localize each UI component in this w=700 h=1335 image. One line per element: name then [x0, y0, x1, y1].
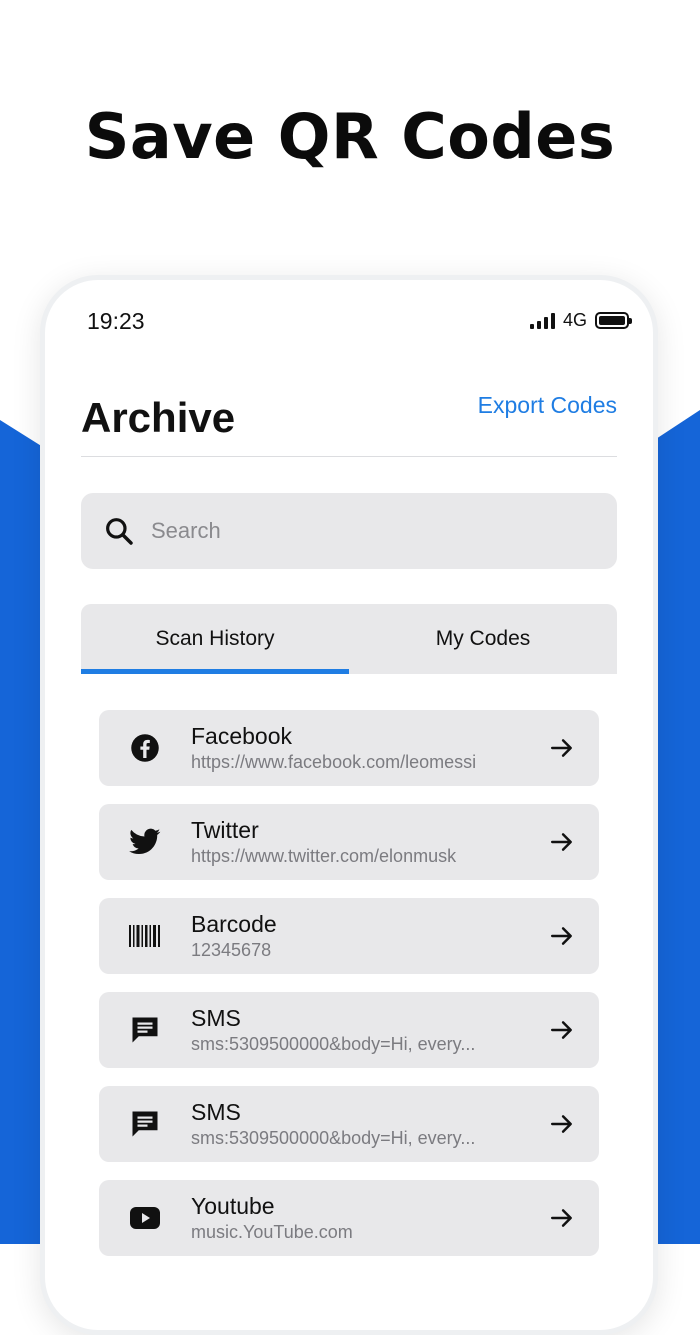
- arrow-right-icon[interactable]: [549, 735, 575, 761]
- search-input[interactable]: Search: [151, 518, 221, 544]
- tab-scan-history[interactable]: Scan History: [81, 604, 349, 674]
- item-subtitle: sms:5309500000&body=Hi, every...: [191, 1128, 476, 1148]
- arrow-right-icon[interactable]: [549, 1111, 575, 1137]
- tab-bar: Scan History My Codes: [81, 604, 617, 674]
- item-subtitle: https://www.twitter.com/elonmusk: [191, 846, 457, 866]
- list-item[interactable]: Twitter https://www.twitter.com/elonmusk: [99, 804, 599, 880]
- search-icon: [106, 518, 133, 545]
- sms-icon: [129, 1108, 161, 1140]
- item-title: Twitter: [191, 817, 259, 843]
- facebook-icon: [129, 732, 161, 764]
- item-title: Youtube: [191, 1193, 275, 1219]
- item-subtitle: 12345678: [191, 940, 272, 960]
- item-title: SMS: [191, 1099, 241, 1125]
- list-item[interactable]: SMS sms:5309500000&body=Hi, every...: [99, 992, 599, 1068]
- arrow-right-icon[interactable]: [549, 1017, 575, 1043]
- headline: Save QR Codes: [84, 100, 616, 173]
- battery-icon: [595, 312, 632, 329]
- arrow-right-icon[interactable]: [549, 829, 575, 855]
- item-title: Barcode: [191, 911, 277, 937]
- list-item[interactable]: Barcode 12345678: [99, 898, 599, 974]
- item-text: Youtube music.YouTube.com: [191, 1193, 549, 1243]
- header-divider: [81, 456, 617, 457]
- status-time: 19:23: [87, 308, 145, 334]
- search-bar[interactable]: Search: [81, 493, 617, 569]
- signal-icon: [529, 312, 555, 329]
- list-item[interactable]: Facebook https://www.facebook.com/leomes…: [99, 710, 599, 786]
- tab-label: Scan History: [155, 627, 275, 650]
- twitter-icon: [129, 826, 161, 858]
- item-title: SMS: [191, 1005, 241, 1031]
- tab-label: My Codes: [435, 627, 531, 650]
- item-subtitle: music.YouTube.com: [191, 1222, 353, 1242]
- arrow-right-icon[interactable]: [549, 923, 575, 949]
- item-text: Twitter https://www.twitter.com/elonmusk: [191, 817, 549, 867]
- list-item[interactable]: Youtube music.YouTube.com: [99, 1180, 599, 1256]
- status-indicators: 4G: [529, 310, 632, 331]
- item-subtitle: https://www.facebook.com/leomessi: [191, 752, 477, 772]
- list-item[interactable]: SMS sms:5309500000&body=Hi, every...: [99, 1086, 599, 1162]
- tab-my-codes[interactable]: My Codes: [349, 604, 617, 674]
- history-list: Facebook https://www.facebook.com/leomes…: [99, 710, 599, 1274]
- item-text: Barcode 12345678: [191, 911, 549, 961]
- phone-frame: 19:23 4G Archive Export Codes Search Sca…: [40, 275, 658, 1335]
- arrow-right-icon[interactable]: [549, 1205, 575, 1231]
- item-title: Facebook: [191, 723, 293, 749]
- status-bar: 19:23 4G: [45, 280, 653, 360]
- youtube-icon: [129, 1202, 161, 1234]
- sms-icon: [129, 1014, 161, 1046]
- network-label: 4G: [562, 310, 587, 330]
- item-text: SMS sms:5309500000&body=Hi, every...: [191, 1005, 549, 1055]
- item-text: Facebook https://www.facebook.com/leomes…: [191, 723, 549, 773]
- export-codes-button[interactable]: Export Codes: [478, 392, 617, 419]
- item-text: SMS sms:5309500000&body=Hi, every...: [191, 1099, 549, 1149]
- page-title: Archive: [81, 394, 236, 441]
- item-subtitle: sms:5309500000&body=Hi, every...: [191, 1034, 476, 1054]
- barcode-icon: [129, 920, 161, 952]
